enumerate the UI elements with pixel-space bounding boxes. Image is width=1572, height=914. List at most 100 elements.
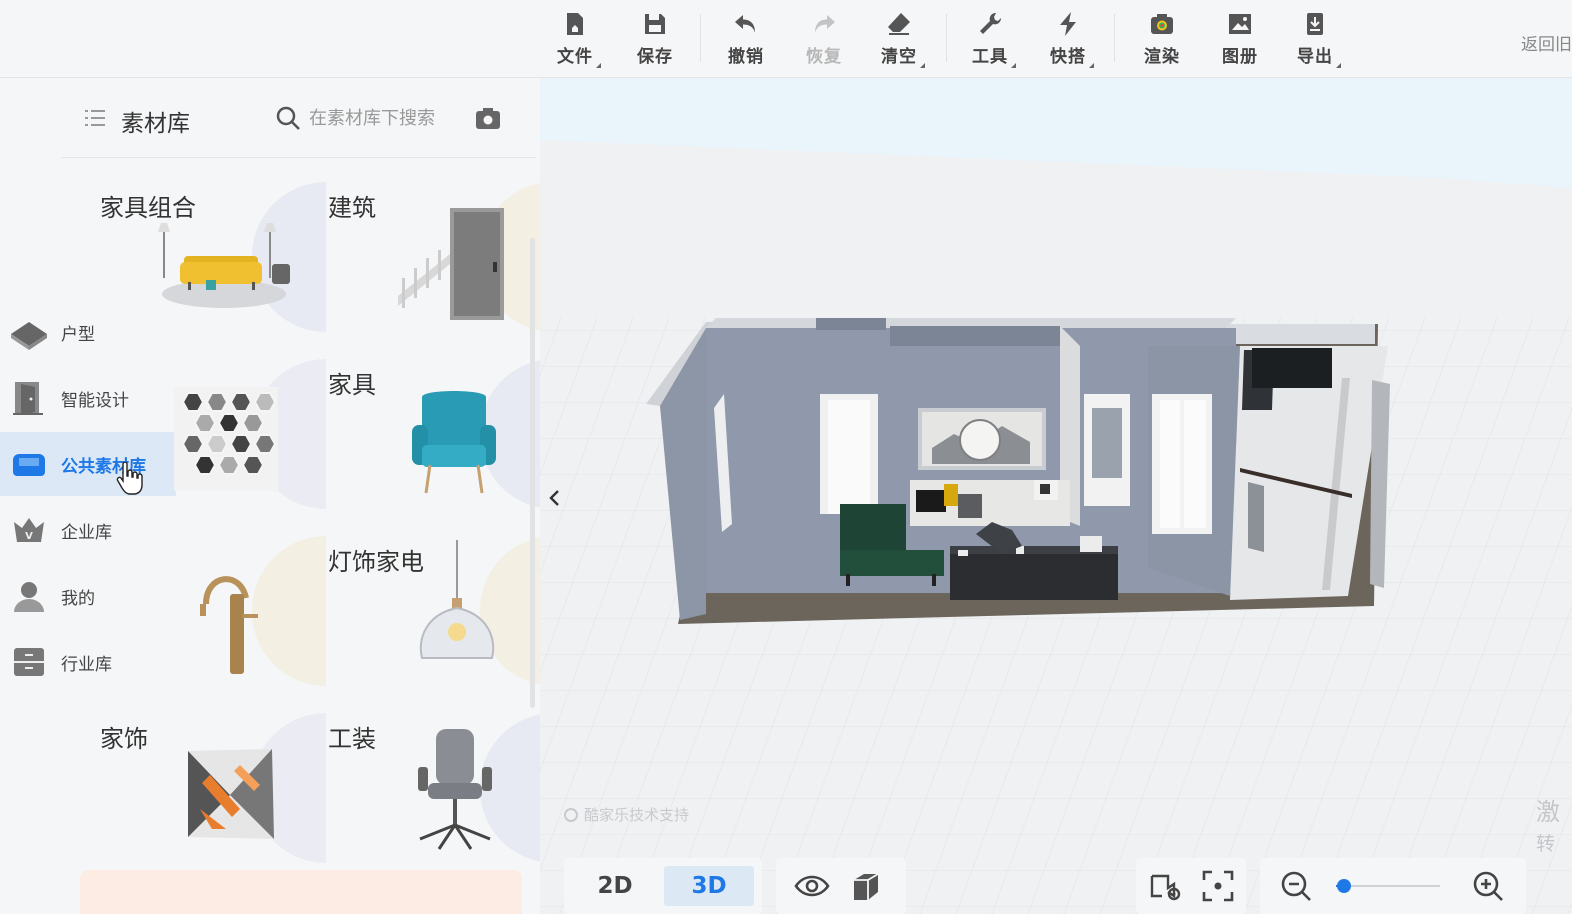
category-label: 家饰 xyxy=(100,725,148,753)
clear-label: 清空 xyxy=(881,47,917,67)
hex-tile-image xyxy=(174,387,278,491)
redo-button[interactable]: 恢复 xyxy=(796,10,852,72)
category-card-faucet[interactable] xyxy=(100,536,326,702)
collapse-panel-icon[interactable] xyxy=(544,485,566,511)
export-label: 导出 xyxy=(1297,47,1333,67)
toolbar-divider xyxy=(946,14,947,62)
file-icon xyxy=(567,13,583,35)
save-label: 保存 xyxy=(637,47,673,67)
quick-build-label: 快搭 xyxy=(1050,47,1086,67)
office-chair-image xyxy=(418,729,492,850)
back-to-old-link[interactable]: 返回旧 xyxy=(1521,30,1572,55)
category-card-furniture-set[interactable]: 家具组合 xyxy=(100,182,326,348)
dropdown-corner-icon xyxy=(596,63,601,68)
eye-icon xyxy=(794,875,830,897)
cube-icon xyxy=(854,873,879,900)
lightning-icon xyxy=(1060,12,1076,36)
tools-label: 工具 xyxy=(972,47,1008,67)
armchair-image xyxy=(412,391,496,494)
app-window: 文件 保存 撤销 恢复 清空 工具 快搭 渲染 图册 导出 返回旧 户型 智能设… xyxy=(0,0,1572,914)
category-card-lighting[interactable]: 灯饰家电 xyxy=(328,536,554,702)
display-options xyxy=(776,858,906,914)
cube-view-button[interactable] xyxy=(844,866,888,906)
redo-icon xyxy=(815,15,835,33)
dropdown-corner-icon xyxy=(1089,63,1094,68)
house-model[interactable] xyxy=(646,318,1390,624)
focus-icon xyxy=(1202,870,1234,902)
panel-header: 素材库 xyxy=(61,78,536,158)
smart-design-icon xyxy=(13,382,43,415)
floorplan-icon xyxy=(11,322,47,350)
material-panel: 素材库 家具组合 建筑 xyxy=(61,78,554,914)
list-icon[interactable] xyxy=(85,108,105,128)
save-button[interactable]: 保存 xyxy=(627,10,683,72)
public-library-icon xyxy=(13,454,45,476)
file-button[interactable]: 文件 xyxy=(547,10,603,72)
wrench-icon xyxy=(980,12,1002,34)
file-label: 文件 xyxy=(557,47,593,67)
category-card-furniture[interactable]: 家具 xyxy=(328,359,554,525)
sofa-set-image xyxy=(158,223,290,308)
zoom-slider-thumb[interactable] xyxy=(1337,879,1351,893)
render-label: 渲染 xyxy=(1144,47,1180,67)
focus-button[interactable] xyxy=(1198,866,1238,906)
quick-build-button[interactable]: 快搭 xyxy=(1040,10,1096,72)
category-card-decor[interactable]: 家饰 xyxy=(100,713,326,879)
category-card-tiles[interactable] xyxy=(100,359,326,525)
category-label: 家具组合 xyxy=(100,194,196,222)
door-stairs-image xyxy=(398,208,504,320)
nav-label: 户型 xyxy=(61,324,95,345)
view-mode-toggle: 2D 3D xyxy=(564,858,762,914)
pendant-lamp-image xyxy=(419,540,495,659)
undo-button[interactable]: 撤销 xyxy=(718,10,774,72)
watermark: 酷家乐技术支持 xyxy=(564,804,689,825)
clear-button[interactable]: 清空 xyxy=(871,10,927,72)
toolbar-divider xyxy=(1114,14,1115,62)
dropdown-corner-icon xyxy=(1336,63,1341,68)
eraser-icon xyxy=(888,13,910,35)
zoom-out-button[interactable] xyxy=(1276,866,1316,906)
camera-settings-button[interactable] xyxy=(1146,866,1186,906)
side-note-line: 转 xyxy=(1536,833,1556,855)
render-button[interactable]: 渲染 xyxy=(1134,10,1190,72)
watermark-icon xyxy=(564,808,578,822)
3d-scene[interactable] xyxy=(540,78,1572,914)
view-2d-button[interactable]: 2D xyxy=(570,866,660,906)
search-input[interactable] xyxy=(309,104,469,132)
album-label: 图册 xyxy=(1222,47,1258,67)
faucet-image xyxy=(200,576,258,674)
user-icon xyxy=(14,582,44,612)
album-button[interactable]: 图册 xyxy=(1212,10,1268,72)
zoom-slider-track[interactable] xyxy=(1336,879,1440,893)
zoom-out-icon xyxy=(1281,871,1311,901)
card-background xyxy=(252,536,326,686)
search-icon[interactable] xyxy=(275,105,301,131)
view-3d-button[interactable]: 3D xyxy=(664,866,754,906)
category-label: 灯饰家电 xyxy=(328,548,424,576)
side-note-line: 激 xyxy=(1536,798,1560,826)
camera-search-icon[interactable] xyxy=(474,105,502,131)
industry-icon xyxy=(14,648,44,676)
3d-viewport[interactable]: 酷家乐技术支持 2D 3D 激 转 xyxy=(540,78,1572,914)
nav-label: 我的 xyxy=(61,588,95,609)
undo-icon xyxy=(735,15,755,33)
svg-text:V: V xyxy=(25,531,33,542)
export-button[interactable]: 导出 xyxy=(1287,10,1343,72)
panel-title: 素材库 xyxy=(121,111,190,137)
camera-tools xyxy=(1136,858,1246,914)
zoom-controls xyxy=(1260,858,1526,914)
zoom-in-button[interactable] xyxy=(1468,866,1508,906)
panel-scrollbar[interactable] xyxy=(530,238,535,708)
camera-render-icon xyxy=(1151,14,1173,34)
dropdown-corner-icon xyxy=(920,63,925,68)
category-card-architecture[interactable]: 建筑 xyxy=(328,182,554,348)
visibility-button[interactable] xyxy=(790,866,834,906)
tools-button[interactable]: 工具 xyxy=(962,10,1018,72)
category-label: 建筑 xyxy=(328,194,376,222)
category-card-office[interactable]: 工装 xyxy=(328,713,554,879)
redo-label: 恢复 xyxy=(806,47,842,67)
export-icon xyxy=(1307,13,1323,35)
side-note[interactable]: 激 转 xyxy=(1536,796,1572,860)
pillow-image xyxy=(188,749,274,839)
promo-banner[interactable] xyxy=(80,870,522,914)
